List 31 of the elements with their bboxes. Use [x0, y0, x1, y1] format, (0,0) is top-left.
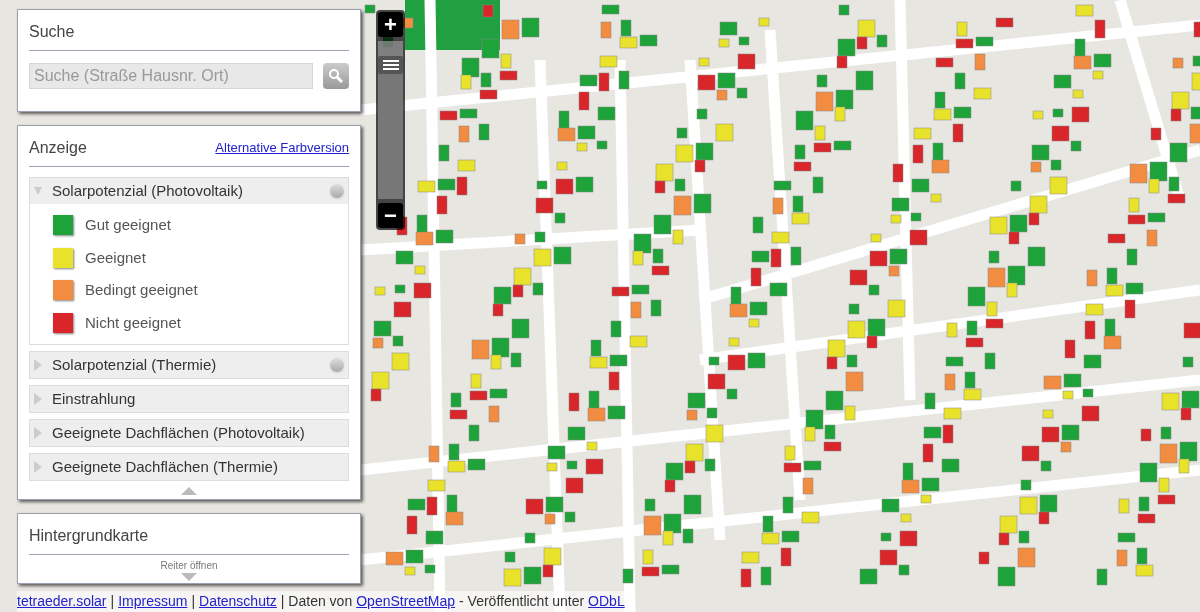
footer-text: | Daten von [280, 592, 353, 611]
legend-label: Gut geeignet [85, 215, 171, 235]
layer-section-header[interactable]: Einstrahlung [30, 386, 348, 412]
footer-link[interactable]: tetraeder.solar [17, 591, 107, 612]
alternative-color-link[interactable]: Alternative Farbversion [215, 138, 349, 158]
search-field[interactable]: Suche (Straße Hausnr. Ort) [29, 63, 313, 89]
panel-title: Anzeige [29, 138, 87, 158]
footer-text: - Veröffentlicht unter [459, 592, 585, 611]
legend-label: Nicht geeignet [85, 312, 181, 333]
layer-section-label: Geeignete Dachflächen (Thermie) [52, 456, 279, 477]
layer-section-header[interactable]: Geeignete Dachflächen (Photovoltaik) [30, 420, 348, 446]
footer-link[interactable]: ODbL [588, 591, 625, 612]
layer-section-header[interactable]: Geeignete Dachflächen (Thermie) [30, 454, 348, 480]
legend-label: Geeignet [85, 247, 146, 268]
layer-section-header[interactable]: Solarpotenzial (Photovoltaik) [30, 178, 348, 204]
zoom-in-button[interactable]: + [378, 12, 403, 37]
footer-link[interactable]: OpenStreetMap [356, 591, 456, 612]
layer-section-header[interactable]: Solarpotenzial (Thermie) [30, 352, 348, 378]
panel-title: Hintergrundkarte [29, 524, 349, 555]
footer-link[interactable]: Impressum [118, 591, 188, 612]
legend-label: Bedingt geeignet [85, 280, 198, 300]
layer-section-label: Solarpotenzial (Photovoltaik) [52, 180, 244, 201]
layer-section-label: Einstrahlung [52, 388, 137, 409]
footer-text: | [110, 592, 115, 611]
footer-link[interactable]: Datenschutz [199, 591, 277, 612]
footer-text: | [191, 592, 195, 611]
open-tab-label[interactable]: Reiter öffnen [160, 558, 218, 573]
layer-section-label: Geeignete Dachflächen (Photovoltaik) [52, 422, 306, 443]
layer-section-label: Solarpotenzial (Thermie) [52, 354, 218, 375]
panel-title: Suche [29, 20, 349, 51]
zoom-out-button[interactable]: − [378, 203, 403, 228]
